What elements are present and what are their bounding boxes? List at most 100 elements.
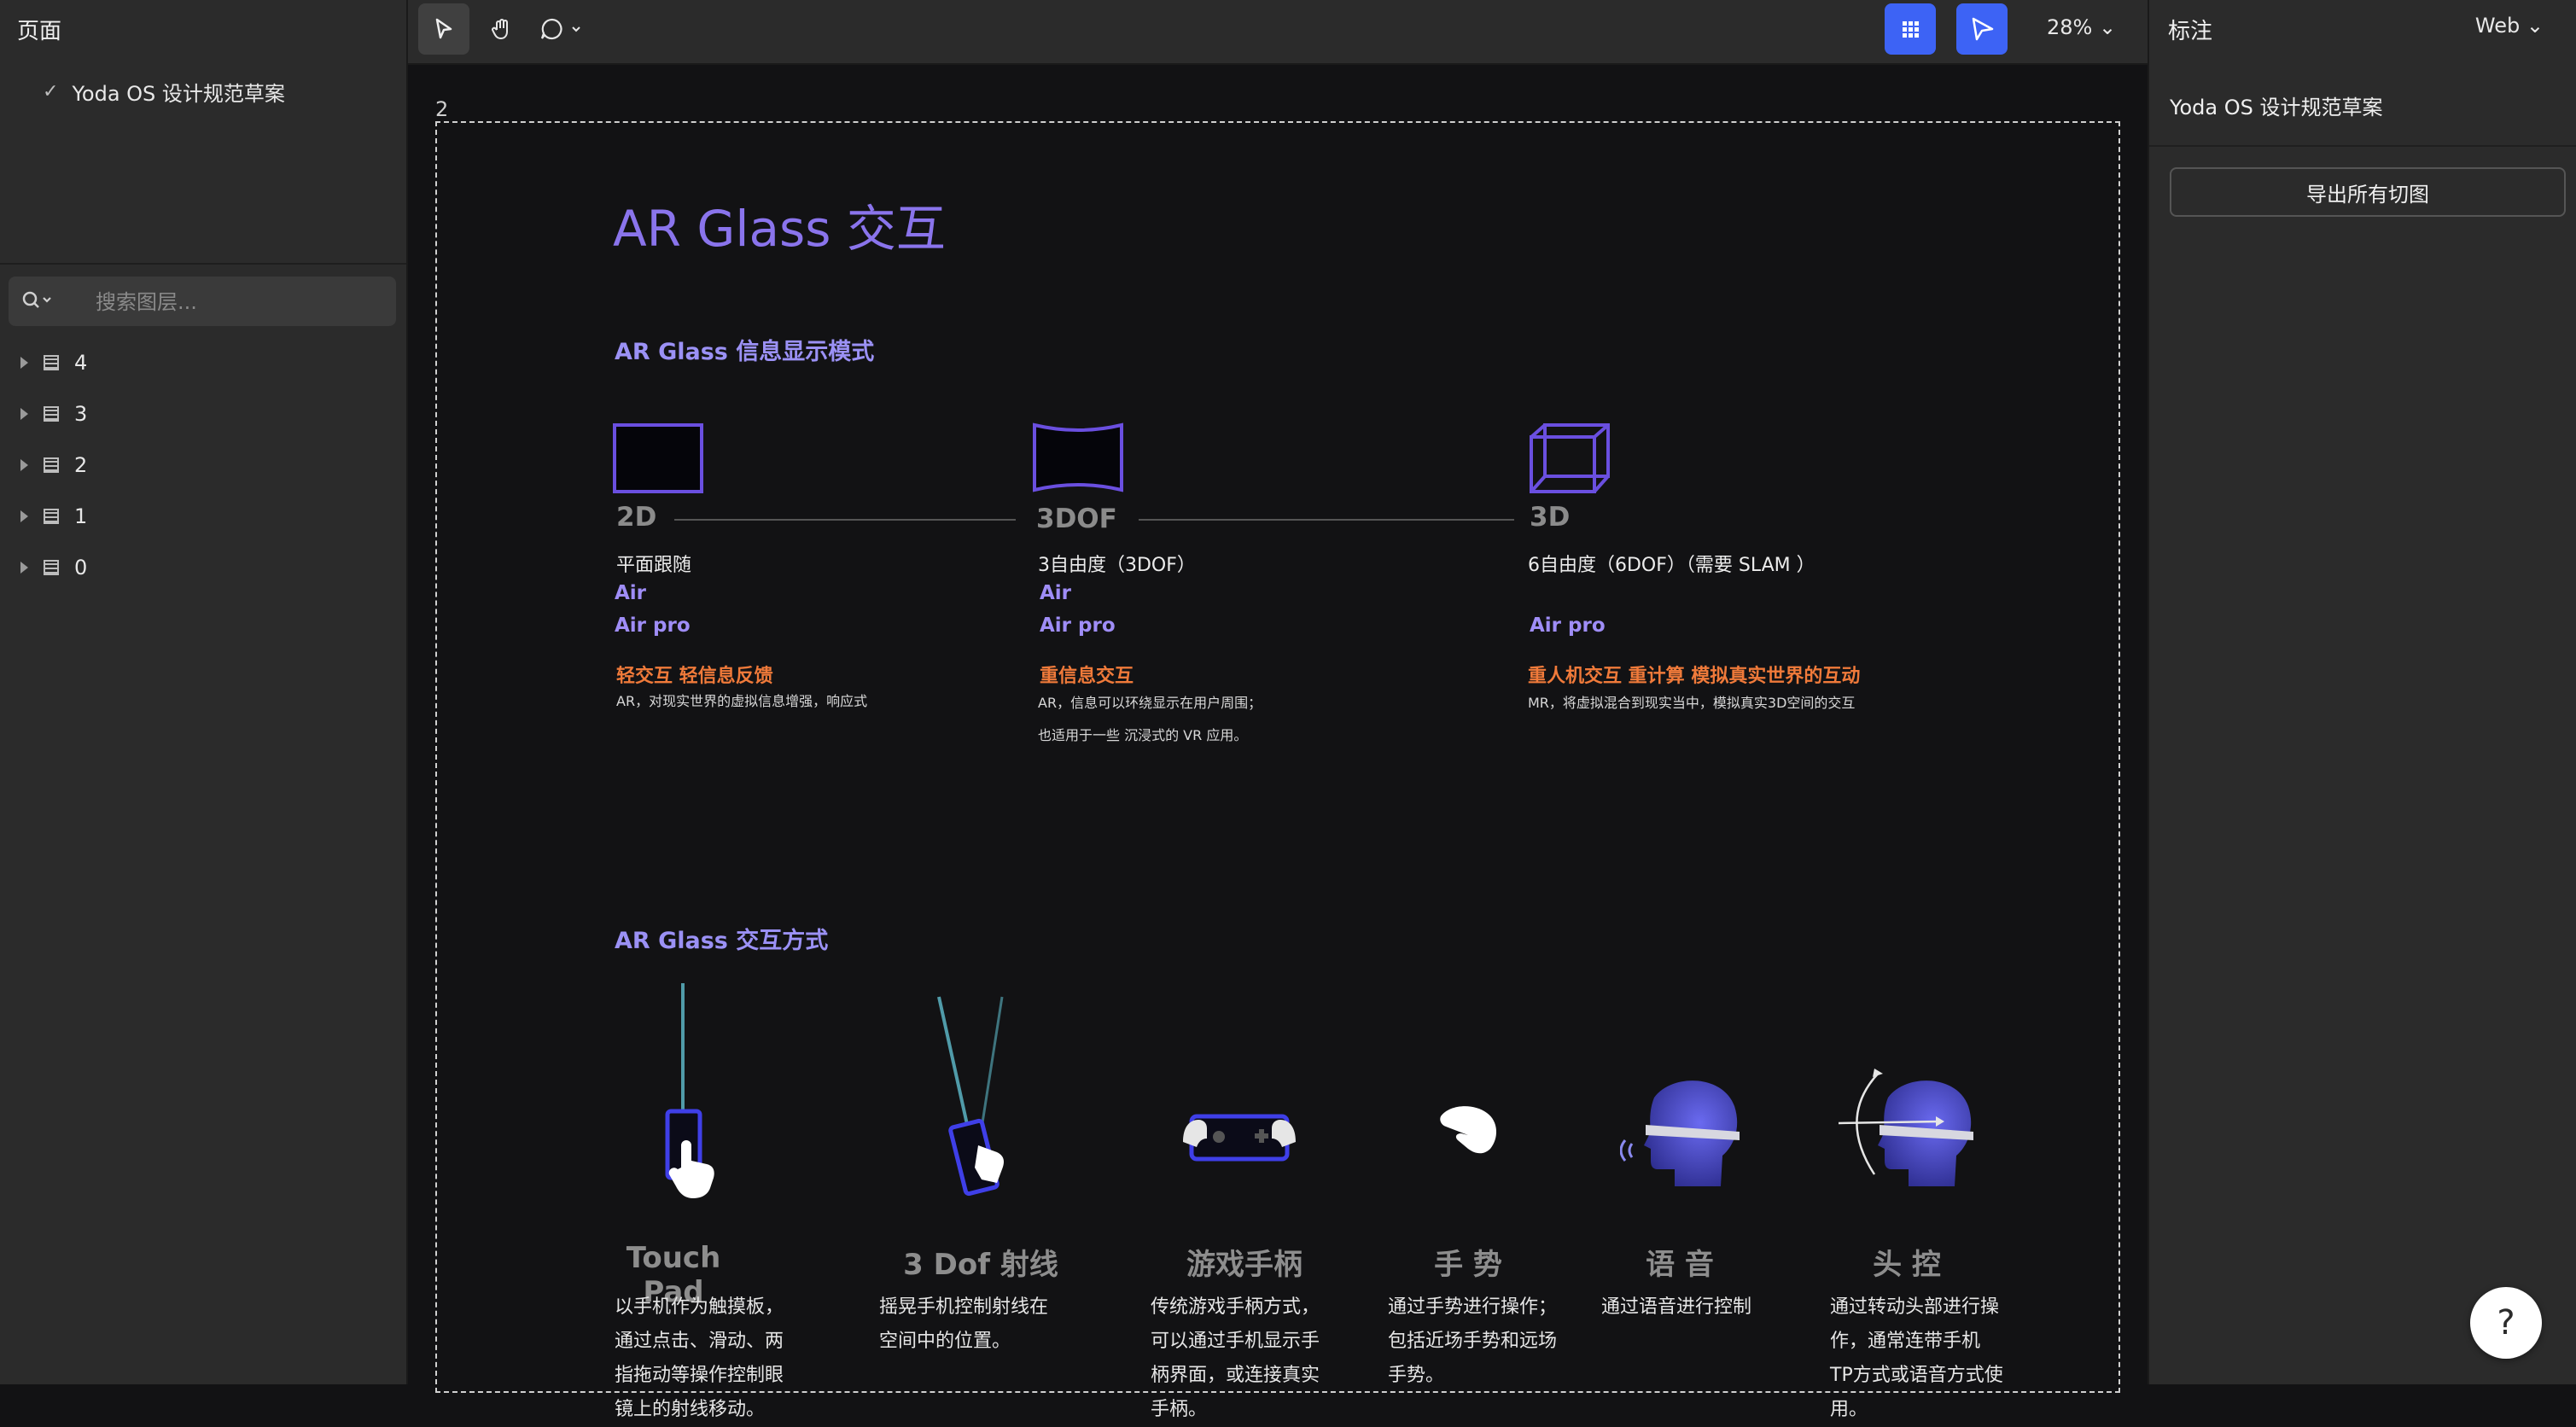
platform-value: Web — [2474, 14, 2521, 38]
expand-icon[interactable] — [20, 562, 28, 574]
touchpad-hand-icon — [657, 981, 734, 1224]
frame-icon — [44, 560, 59, 575]
voice-head-icon — [1619, 1072, 1740, 1195]
frame-icon — [44, 355, 59, 370]
mode-label: 2D — [616, 502, 657, 533]
layer-label: 3 — [74, 402, 88, 426]
layer-search[interactable] — [9, 277, 396, 326]
desc-line: 用。 — [1830, 1399, 1868, 1420]
device-label: Air pro — [1530, 614, 1606, 637]
layer-label: 0 — [74, 556, 88, 580]
expand-icon[interactable] — [20, 510, 28, 522]
mode-label: 3D — [1530, 502, 1571, 533]
2d-screen-icon — [613, 423, 703, 498]
desc-line: 摇晃手机控制射线在 — [879, 1296, 1049, 1318]
mode-desc: 3自由度（3DOF） — [1038, 555, 1196, 576]
layer-item[interactable]: 0 — [15, 550, 87, 585]
connector-line — [1139, 519, 1514, 521]
section-heading: AR Glass 交互方式 — [615, 928, 829, 954]
platform-select[interactable]: Web ⌄ — [2475, 14, 2544, 38]
desc-line: 可以通过手机显示手 — [1151, 1331, 1320, 1352]
export-all-button[interactable]: 导出所有切图 — [2170, 167, 2566, 217]
desc-line: 以手机作为触摸板， — [615, 1296, 784, 1318]
desc-line: 作，通常连带手机 — [1830, 1331, 1981, 1352]
frame-icon — [44, 457, 59, 473]
desc-line: 通过手势进行操作； — [1388, 1296, 1558, 1318]
page-item-label: Yoda OS 设计规范草案 — [72, 82, 285, 106]
frame-icon — [44, 406, 59, 422]
method-desc: 通过语音进行控制 — [1601, 1243, 1751, 1325]
desc-line: 传统游戏手柄方式， — [1151, 1296, 1320, 1318]
mode-highlight: 重人机交互 重计算 模拟真实世界的互动 — [1528, 666, 1861, 687]
device-label: Air pro — [1040, 614, 1116, 637]
mode-note: AR，信息可以环绕显示在用户周围； — [1038, 695, 1262, 711]
section-heading: AR Glass 信息显示模式 — [615, 339, 875, 365]
panel-divider — [0, 263, 406, 265]
3dof-curved-screen-icon — [1031, 422, 1125, 498]
device-label: Air pro — [615, 614, 691, 637]
move-tool-icon[interactable] — [418, 3, 469, 55]
mode-desc: 6自由度（6DOF）（需要 SLAM ） — [1528, 555, 1815, 576]
inspect-panel: 标注 Web ⌄ Yoda OS 设计规范草案 导出所有切图 — [2148, 0, 2576, 1384]
comment-tool-icon[interactable] — [536, 3, 601, 55]
gamepad-icon — [1180, 1111, 1299, 1169]
frame-label[interactable]: 2 — [435, 97, 448, 121]
check-icon: ✓ — [43, 81, 59, 102]
layers-panel: 页面 ✓ Yoda OS 设计规范草案 4 3 2 1 0 — [0, 0, 408, 1384]
page-title: AR Glass 交互 — [613, 200, 946, 258]
grid-view-icon[interactable] — [1885, 3, 1936, 55]
page-item-current[interactable]: ✓ Yoda OS 设计规范草案 — [43, 77, 285, 107]
mode-desc: 平面跟随 — [616, 555, 692, 576]
expand-icon[interactable] — [20, 459, 28, 471]
design-canvas[interactable]: 2 AR Glass 交互 AR Glass 信息显示模式 2D 平面跟随 Ai… — [408, 65, 2148, 1420]
layer-item[interactable]: 4 — [15, 346, 87, 380]
hand-gesture-icon — [1432, 1099, 1504, 1162]
method-desc: 摇晃手机控制射线在 空间中的位置。 — [879, 1243, 1048, 1359]
mode-note: MR，将虚拟混合到现实当中，模拟真实3D空间的交互 — [1528, 695, 1856, 711]
inspect-header: 标注 — [2168, 19, 2213, 44]
mode-label: 3DOF — [1036, 504, 1117, 534]
search-input[interactable] — [94, 285, 379, 319]
frame-icon — [44, 509, 59, 524]
mode-highlight: 轻交互 轻信息反馈 — [616, 666, 773, 687]
search-icon[interactable] — [20, 288, 55, 314]
layer-item[interactable]: 2 — [15, 448, 87, 482]
mode-highlight: 重信息交互 — [1040, 666, 1134, 687]
chevron-down-icon: ⌄ — [2526, 14, 2544, 38]
method-desc: 通过转动头部进行操 作，通常连带手机 TP方式或语音方式使 用。 — [1830, 1243, 2003, 1427]
method-desc: 以手机作为触摸板， 通过点击、滑动、两 指拖动等操作控制眼 镜上的射线移动。 — [615, 1243, 784, 1427]
desc-line: 通过转动头部进行操 — [1830, 1296, 2000, 1318]
connector-line — [674, 519, 1016, 521]
zoom-value: 28% — [2047, 15, 2093, 39]
zoom-level[interactable]: 28% ⌄ — [2047, 15, 2116, 39]
layer-label: 4 — [74, 351, 88, 375]
mode-note: AR，对现实世界的虚拟信息增强，响应式 — [616, 693, 868, 709]
hand-tool-icon[interactable] — [476, 3, 527, 55]
method-desc: 传统游戏手柄方式， 可以通过手机显示手 柄界面，或连接真实 手柄。 — [1151, 1243, 1320, 1427]
desc-line: TP方式或语音方式使 — [1830, 1365, 2003, 1386]
mode-note: 也适用于一些 沉浸式的 VR 应用。 — [1038, 727, 1248, 743]
layer-label: 2 — [74, 453, 88, 477]
present-icon[interactable] — [1956, 3, 2008, 55]
method-desc: 通过手势进行操作； 包括近场手势和远场 手势。 — [1388, 1243, 1557, 1393]
desc-line: 空间中的位置。 — [879, 1331, 1011, 1352]
expand-icon[interactable] — [20, 408, 28, 420]
desc-line: 通过点击、滑动、两 — [615, 1331, 784, 1352]
desc-line: 手势。 — [1388, 1365, 1445, 1386]
top-toolbar: 28% ⌄ — [408, 0, 2148, 65]
device-label: Air — [615, 582, 647, 604]
desc-line: 镜上的射线移动。 — [615, 1399, 766, 1420]
desc-line: 柄界面，或连接真实 — [1151, 1365, 1320, 1386]
chevron-down-icon: ⌄ — [2098, 15, 2117, 39]
desc-line: 包括近场手势和远场 — [1388, 1331, 1558, 1352]
doc-title: Yoda OS 设计规范草案 — [2170, 96, 2383, 119]
layer-item[interactable]: 1 — [15, 499, 87, 533]
head-control-icon — [1835, 1067, 1980, 1207]
layer-label: 1 — [74, 504, 88, 528]
help-button[interactable]: ? — [2470, 1287, 2542, 1359]
pages-header: 页面 — [17, 19, 62, 44]
device-label: Air — [1040, 582, 1072, 604]
desc-line: 通过语音进行控制 — [1601, 1296, 1752, 1318]
layer-item[interactable]: 3 — [15, 397, 87, 431]
expand-icon[interactable] — [20, 357, 28, 369]
